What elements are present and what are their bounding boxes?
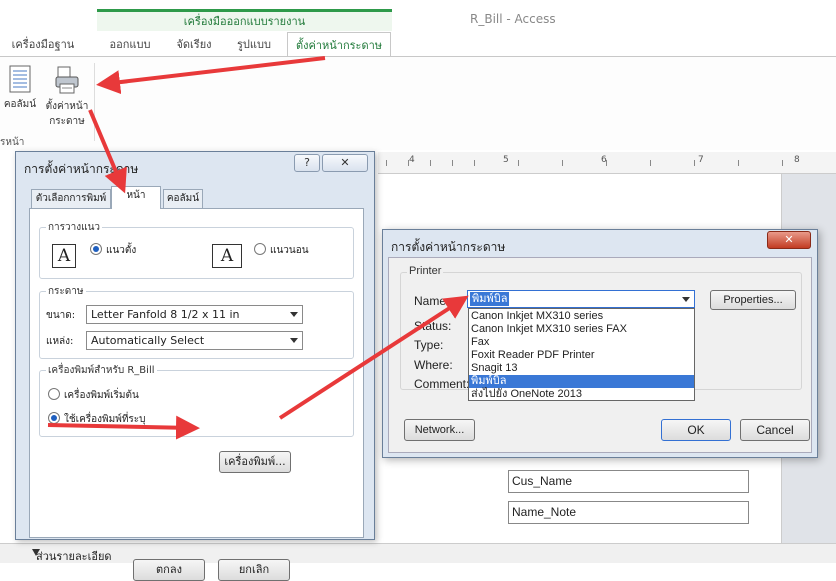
comment-label: Comment: — [414, 377, 470, 391]
ribbon-body: คอลัมน์ ตั้งค่าหน้า กระดาษ รหน้า — [0, 56, 836, 150]
tab-design[interactable]: ออกแบบ — [100, 32, 160, 57]
ruler-tick — [430, 160, 431, 166]
tab-format[interactable]: รูปแบบ — [228, 32, 280, 57]
size-label: ขนาด: — [46, 310, 76, 321]
specific-printer-radio[interactable] — [48, 412, 60, 424]
where-label: Where: — [414, 358, 453, 372]
landscape-icon: A — [212, 244, 242, 268]
page-setup-label-1: ตั้งค่าหน้า — [45, 101, 89, 112]
ruler-number: 4 — [409, 155, 415, 165]
portrait-label: แนวตั้ง — [106, 245, 137, 256]
printer-button[interactable]: เครื่องพิมพ์... — [219, 451, 291, 473]
ruler-number: 6 — [601, 155, 607, 165]
columns-button-label: คอลัมน์ — [3, 99, 37, 110]
field-name-note[interactable]: Name_Note — [508, 501, 749, 524]
ok-button[interactable]: OK — [661, 419, 731, 441]
orientation-group: การวางแนว A แนวตั้ง A แนวนอน — [39, 220, 354, 279]
dropdown-option-selected[interactable]: พิมพ์บิล — [469, 375, 694, 388]
ruler-tick — [738, 160, 739, 166]
ruler-number: 7 — [698, 155, 704, 165]
help-button[interactable]: ? — [294, 154, 320, 172]
paper-source-select[interactable]: Automatically Select — [86, 331, 303, 350]
ruler-number: 5 — [503, 155, 509, 165]
landscape-label: แนวนอน — [270, 245, 309, 256]
ruler-tick — [518, 160, 519, 166]
ok-button[interactable]: ตกลง — [133, 559, 205, 581]
portrait-icon: A — [52, 244, 76, 268]
cancel-button[interactable]: ยกเลิก — [218, 559, 290, 581]
dropdown-option[interactable]: Canon Inkjet MX310 series FAX — [469, 323, 694, 336]
close-button[interactable]: ✕ — [767, 231, 811, 249]
columns-button[interactable]: คอลัมน์ — [0, 65, 40, 112]
ruler-tick — [694, 160, 695, 166]
ruler-tick — [782, 160, 783, 166]
printer-dropdown-list: Canon Inkjet MX310 series Canon Inkjet M… — [468, 308, 695, 401]
printer-group-label: Printer — [407, 265, 444, 277]
tab-page-setup[interactable]: ตั้งค่าหน้ากระดาษ — [287, 32, 391, 57]
default-printer-label: เครื่องพิมพ์เริ่มต้น — [64, 390, 139, 401]
page-setup-dialog-thai: การตั้งค่าหน้ากระดาษ ? ✕ ตัวเลือกการพิมพ… — [15, 151, 375, 581]
printer-page-icon — [55, 66, 79, 94]
window-title: R_Bill - Access — [470, 12, 556, 26]
field-cus-name[interactable]: Cus_Name — [508, 470, 749, 493]
dropdown-option[interactable]: ส่งไปยัง OneNote 2013 — [469, 388, 694, 401]
chevron-down-icon — [290, 338, 298, 343]
ruler-tick — [452, 160, 453, 166]
ruler-tick — [650, 160, 651, 166]
printer-group: เครื่องพิมพ์สำหรับ R_Bill เครื่องพิมพ์เร… — [39, 363, 354, 437]
tab-page[interactable]: หน้า — [111, 186, 161, 209]
report-design-tools-label: เครื่องมือออกแบบรายงาน — [97, 9, 392, 31]
dropdown-option[interactable]: Canon Inkjet MX310 series — [469, 310, 694, 323]
printer-name-value: พิมพ์บิล — [470, 292, 510, 306]
ruler-tick — [386, 160, 387, 166]
dropdown-option[interactable]: Fax — [469, 336, 694, 349]
close-button[interactable]: ✕ — [322, 154, 368, 172]
printer-name-select[interactable]: พิมพ์บิล — [467, 290, 695, 308]
group-separator — [94, 63, 95, 141]
ruler-tick — [562, 160, 563, 166]
dropdown-option[interactable]: Snagit 13 — [469, 362, 694, 375]
paper-label: กระดาษ — [46, 284, 86, 299]
paper-size-select[interactable]: Letter Fanfold 8 1/2 x 11 in — [86, 305, 303, 324]
source-label: แหล่ง: — [46, 336, 74, 347]
detail-section-label: ส่วนรายละเอียด — [36, 550, 112, 563]
paper-source-value: Automatically Select — [91, 334, 205, 347]
specific-printer-label: ใช้เครื่องพิมพ์ที่ระบุ — [64, 414, 146, 425]
chevron-down-icon — [682, 297, 690, 302]
portrait-radio[interactable] — [90, 243, 102, 255]
name-label: Name: — [414, 294, 450, 308]
ruler-number: 8 — [794, 155, 800, 165]
landscape-radio[interactable] — [254, 243, 266, 255]
dialog-title: การตั้งค่าหน้ากระดาษ — [24, 162, 139, 176]
status-label: Status: — [414, 319, 452, 333]
tab-columns[interactable]: คอลัมน์ — [163, 189, 203, 209]
type-label: Type: — [414, 338, 444, 352]
chevron-down-icon — [290, 312, 298, 317]
detail-section-bar[interactable]: ส่วนรายละเอียด — [0, 543, 836, 563]
paper-size-value: Letter Fanfold 8 1/2 x 11 in — [91, 308, 240, 321]
paper-group: กระดาษ ขนาด: Letter Fanfold 8 1/2 x 11 i… — [39, 284, 354, 359]
page-setup-label-2: กระดาษ — [49, 116, 85, 127]
tab-database-tools[interactable]: เครื่องมือฐานข้อมูล — [0, 32, 86, 76]
printer-group-label: เครื่องพิมพ์สำหรับ R_Bill — [46, 363, 157, 378]
orientation-label: การวางแนว — [46, 220, 103, 235]
ruler-tick — [474, 160, 475, 166]
columns-icon — [9, 65, 31, 93]
dropdown-option[interactable]: Foxit Reader PDF Printer — [469, 349, 694, 362]
dialog-body: การวางแนว A แนวตั้ง A แนวนอน กระดาษ ขนาด… — [29, 208, 364, 581]
default-printer-radio[interactable] — [48, 388, 60, 400]
tab-print-options[interactable]: ตัวเลือกการพิมพ์ — [31, 189, 111, 209]
dialog-title: การตั้งค่าหน้ากระดาษ — [391, 240, 506, 254]
cancel-button[interactable]: Cancel — [740, 419, 810, 441]
ribbon-group-label: รหน้า — [0, 137, 25, 148]
network-button[interactable]: Network... — [404, 419, 475, 441]
properties-button[interactable]: Properties... — [710, 290, 796, 310]
tab-arrange[interactable]: จัดเรียง — [168, 32, 220, 57]
page-setup-button[interactable]: ตั้งค่าหน้า กระดาษ — [42, 65, 92, 129]
horizontal-ruler: 4 5 6 7 8 — [378, 152, 836, 174]
ribbon: เครื่องมือออกแบบรายงาน R_Bill - Access เ… — [0, 0, 836, 150]
